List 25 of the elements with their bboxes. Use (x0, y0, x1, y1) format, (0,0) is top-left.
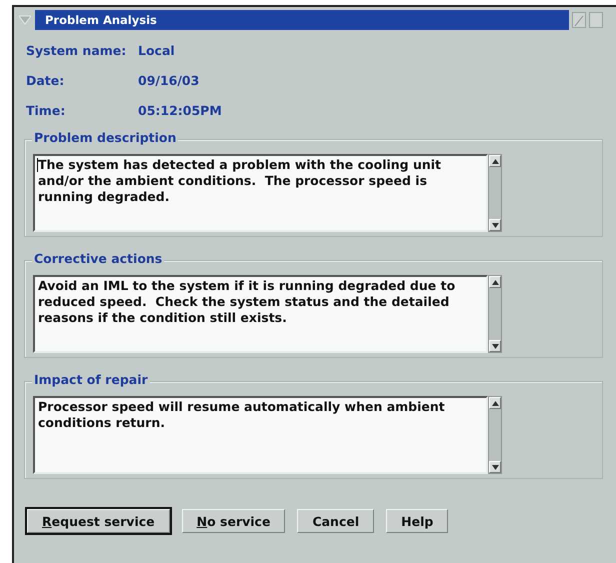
text-area[interactable]: The system has detected a problem with the cooling unit and/or the ambient conditions. The processor speed is running degraded. (33, 154, 488, 232)
scroll-up-icon[interactable] (489, 276, 501, 288)
scroll-up-icon[interactable] (489, 155, 501, 167)
text-area[interactable]: Avoid an IML to the system if it is running degraded due to reduced speed. Check the system status and the detailed reasons if the condition still exists. (33, 275, 488, 353)
field-label: Date: (26, 72, 66, 90)
field-value: Local (138, 42, 176, 60)
dialog-button[interactable]: Help (386, 509, 448, 533)
dialog-button[interactable]: Cancel (297, 509, 374, 533)
group-title: Impact of repair (32, 372, 150, 388)
scrollbar[interactable] (488, 154, 502, 232)
dialog-button[interactable]: Request service (27, 509, 170, 533)
field-label: System name: (26, 42, 128, 60)
scroll-down-icon[interactable] (489, 461, 501, 473)
field-label: Time: (26, 102, 66, 120)
dialog-button[interactable]: No service (182, 509, 286, 533)
window-title: Problem Analysis (35, 10, 569, 30)
scroll-down-icon[interactable] (489, 219, 501, 231)
scrollbar[interactable] (488, 275, 502, 353)
field-value: 05:12:05PM (138, 102, 223, 120)
scroll-up-icon[interactable] (489, 397, 501, 409)
text-area[interactable]: Processor speed will resume automatically when ambient conditions return. (33, 396, 488, 474)
scrollbar[interactable] (488, 396, 502, 474)
group-title: Problem description (32, 130, 178, 146)
field-value: 09/16/03 (138, 72, 200, 90)
scroll-down-icon[interactable] (489, 340, 501, 352)
